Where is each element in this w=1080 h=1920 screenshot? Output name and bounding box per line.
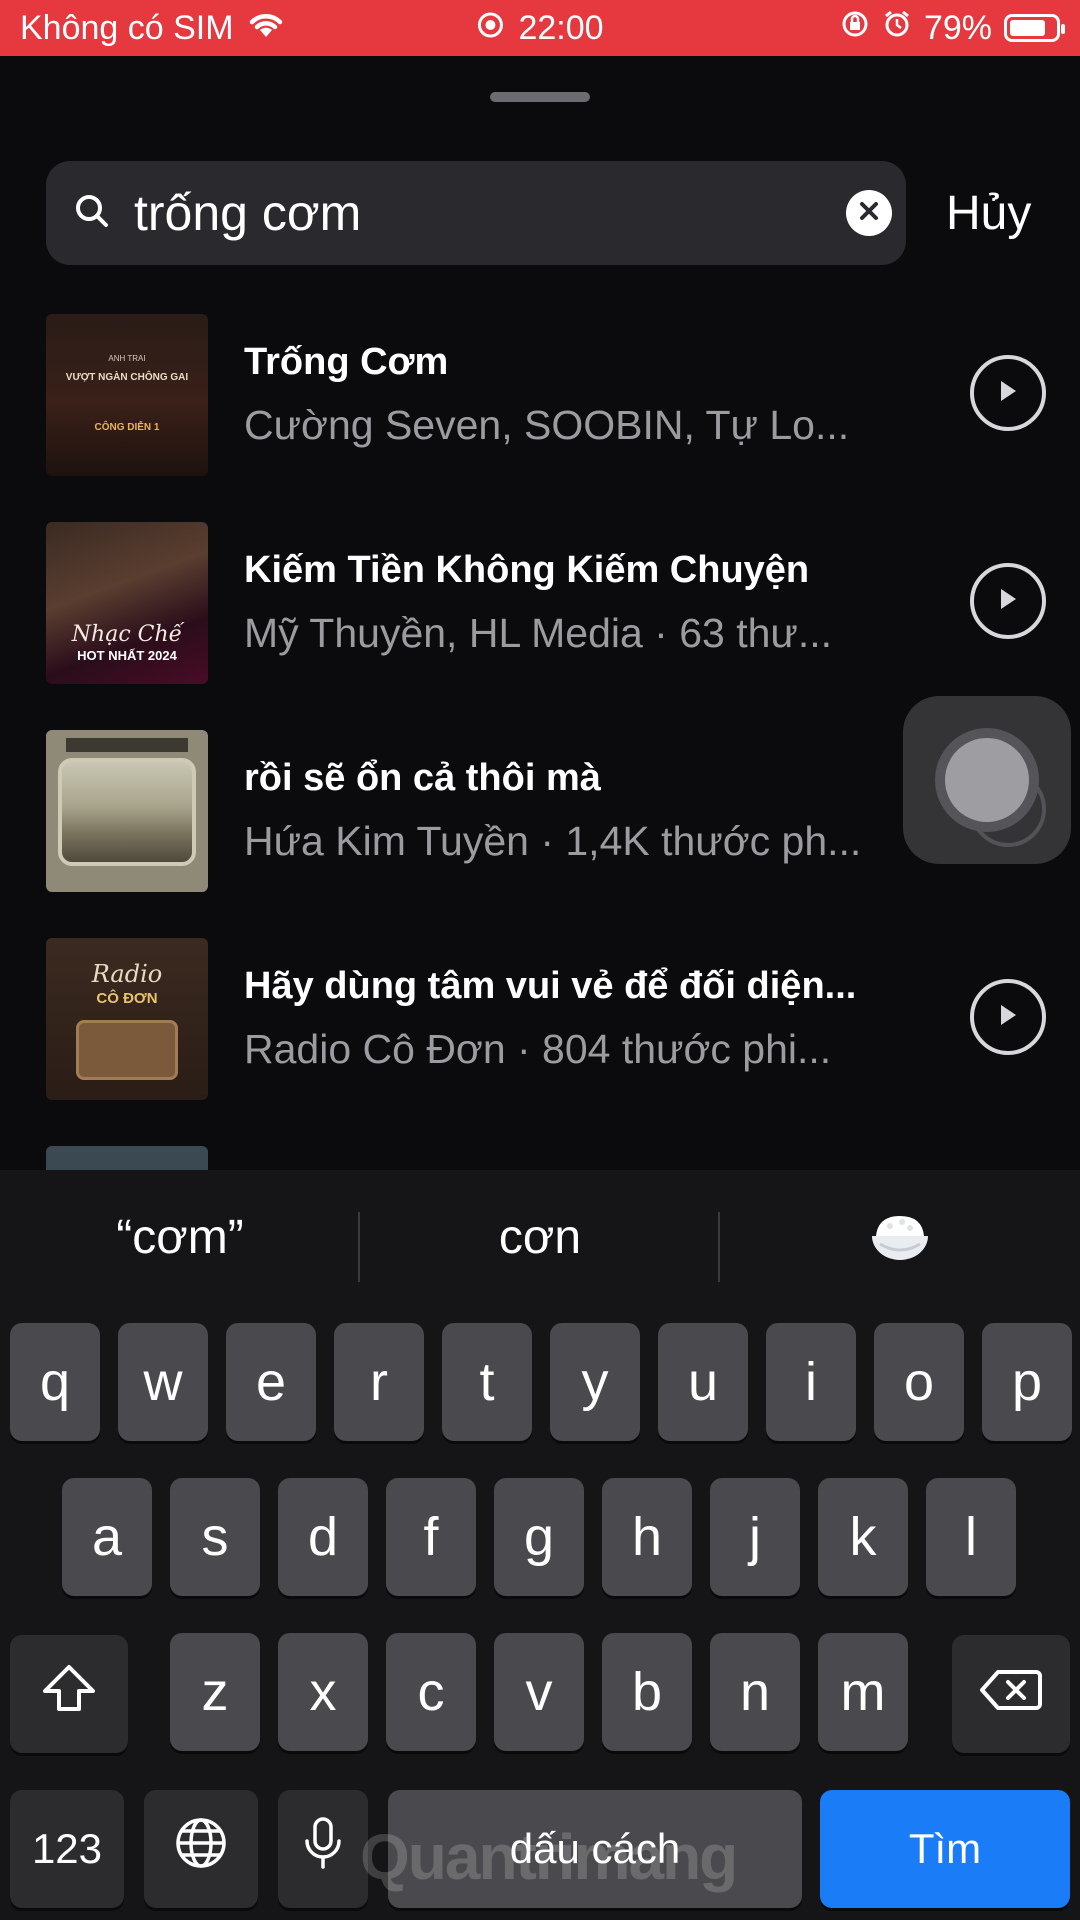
play-icon: [996, 586, 1020, 617]
key-o[interactable]: o: [874, 1323, 964, 1441]
globe-icon: [174, 1816, 228, 1883]
rice-bowl-icon: [868, 1216, 932, 1277]
album-art: Radio CÔ ĐƠN: [46, 938, 208, 1100]
key-y[interactable]: y: [550, 1323, 640, 1441]
album-art-text: CÔ ĐƠN: [96, 990, 158, 1007]
key-e[interactable]: e: [226, 1323, 316, 1441]
key-d[interactable]: d: [278, 1478, 368, 1596]
key-r[interactable]: r: [334, 1323, 424, 1441]
clock: 22:00: [518, 8, 604, 47]
battery-icon: [1004, 14, 1065, 42]
key-z[interactable]: z: [170, 1633, 260, 1751]
key-m[interactable]: m: [818, 1633, 908, 1751]
suggestion-bar: “cơm” cơn: [0, 1170, 1080, 1310]
search-input[interactable]: [132, 183, 816, 243]
song-subtitle: Cường Seven, SOOBIN, Tự Lo...: [244, 402, 850, 448]
wifi-icon: [246, 9, 286, 48]
key-v[interactable]: v: [494, 1633, 584, 1751]
backspace-icon: [980, 1663, 1042, 1725]
key-x[interactable]: x: [278, 1633, 368, 1751]
carrier-label: Không có SIM: [20, 8, 234, 47]
album-art-text: VƯỢT NGÀN CHÔNG GAI: [65, 372, 189, 383]
key-s[interactable]: s: [170, 1478, 260, 1596]
key-h[interactable]: h: [602, 1478, 692, 1596]
play-button[interactable]: [970, 979, 1046, 1055]
album-art-text: Nhạc Chế: [71, 622, 183, 647]
key-p[interactable]: p: [982, 1323, 1072, 1441]
list-item[interactable]: Nhạc Chế HOT NHẤT 2024 Kiếm Tiền Không K…: [46, 522, 1046, 684]
backspace-key[interactable]: [952, 1635, 1070, 1753]
assistive-touch-button[interactable]: [903, 696, 1071, 864]
globe-key[interactable]: [144, 1790, 258, 1908]
key-g[interactable]: g: [494, 1478, 584, 1596]
list-item[interactable]: Radio CÔ ĐƠN Hãy dùng tâm vui vẻ để đối …: [46, 938, 1046, 1100]
play-button[interactable]: [970, 355, 1046, 431]
album-art: Nhạc Chế HOT NHẤT 2024: [46, 522, 208, 684]
status-bar: Không có SIM 22:00 79%: [0, 0, 1080, 56]
key-n[interactable]: n: [710, 1633, 800, 1751]
microphone-icon: [303, 1815, 343, 1884]
clear-search-button[interactable]: [846, 190, 892, 236]
key-q[interactable]: q: [10, 1323, 100, 1441]
play-icon: [996, 378, 1020, 409]
shift-key[interactable]: [10, 1635, 128, 1753]
suggestion-item[interactable]: cơn: [370, 1210, 710, 1265]
list-item[interactable]: rồi sẽ ổn cả thôi mà Hứa Kim Tuyền · 1,4…: [46, 730, 1046, 892]
album-art-text: HOT NHẤT 2024: [77, 648, 177, 663]
key-k[interactable]: k: [818, 1478, 908, 1596]
search-field[interactable]: [46, 161, 906, 265]
album-art-text: Radio: [91, 960, 163, 988]
song-title: rồi sẽ ổn cả thôi mà: [244, 757, 601, 799]
alarm-icon: [882, 9, 912, 48]
key-u[interactable]: u: [658, 1323, 748, 1441]
dictation-key[interactable]: [278, 1790, 368, 1908]
shift-icon: [41, 1663, 97, 1726]
song-title: Trống Cơm: [244, 341, 449, 383]
search-icon: [72, 191, 112, 236]
key-a[interactable]: a: [62, 1478, 152, 1596]
album-art-text: ANH TRAI: [108, 354, 146, 363]
keyboard: “cơm” cơn qwertyuiop asdfghjkl zxcvbnm 1…: [0, 1170, 1080, 1920]
key-c[interactable]: c: [386, 1633, 476, 1751]
screen-recording-icon: [476, 9, 504, 48]
suggestion-divider: [718, 1212, 720, 1282]
key-l[interactable]: l: [926, 1478, 1016, 1596]
suggestion-divider: [358, 1212, 360, 1282]
key-b[interactable]: b: [602, 1633, 692, 1751]
search-key[interactable]: Tìm: [820, 1790, 1070, 1908]
key-i[interactable]: i: [766, 1323, 856, 1441]
cancel-button[interactable]: Hủy: [946, 186, 1031, 241]
album-art: ANH TRAI VƯỢT NGÀN CHÔNG GAI CÔNG DIỄN 1: [46, 314, 208, 476]
search-row: Hủy: [46, 161, 1046, 265]
watermark: Quantrimang: [360, 1821, 738, 1893]
key-w[interactable]: w: [118, 1323, 208, 1441]
play-button[interactable]: [970, 563, 1046, 639]
play-icon: [996, 1002, 1020, 1033]
orientation-lock-icon: [840, 9, 870, 48]
numbers-key[interactable]: 123: [10, 1790, 124, 1908]
battery-percent: 79%: [923, 8, 992, 47]
key-j[interactable]: j: [710, 1478, 800, 1596]
song-title: Hãy dùng tâm vui vẻ để đối diện...: [244, 965, 857, 1007]
emoji-suggestion[interactable]: [730, 1210, 1070, 1278]
suggestion-item[interactable]: “cơm”: [10, 1210, 350, 1265]
album-art-text: CÔNG DIỄN 1: [94, 422, 160, 433]
list-item[interactable]: ANH TRAI VƯỢT NGÀN CHÔNG GAI CÔNG DIỄN 1…: [46, 314, 1046, 476]
close-icon: [858, 200, 880, 227]
key-t[interactable]: t: [442, 1323, 532, 1441]
song-subtitle: Radio Cô Đơn · 804 thước phi...: [244, 1026, 832, 1072]
song-subtitle: Hứa Kim Tuyền · 1,4K thước ph...: [244, 818, 862, 864]
song-subtitle: Mỹ Thuyền, HL Media · 63 thư...: [244, 610, 833, 656]
key-f[interactable]: f: [386, 1478, 476, 1596]
album-art: [46, 730, 208, 892]
song-title: Kiếm Tiền Không Kiếm Chuyện: [244, 549, 810, 591]
sheet-grabber[interactable]: [490, 92, 590, 102]
